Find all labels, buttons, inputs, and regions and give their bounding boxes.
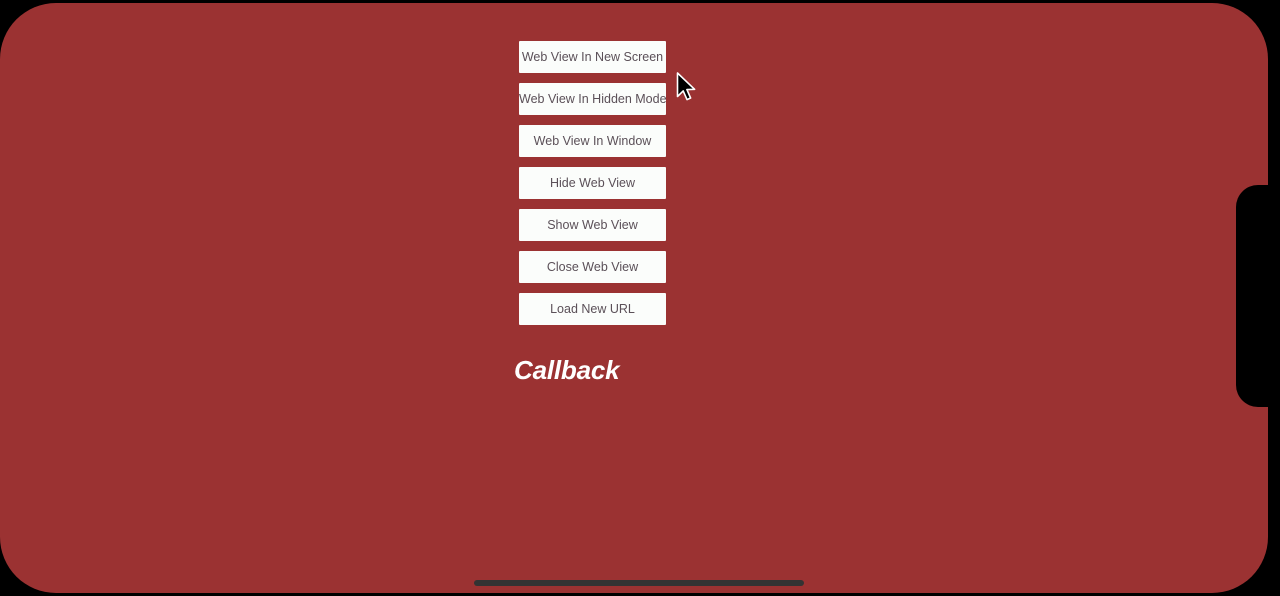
screenshot-root: Web View In New Screen Web View In Hidde… bbox=[0, 0, 1280, 596]
button-close-web-view[interactable]: Close Web View bbox=[519, 251, 666, 283]
app-screen: Web View In New Screen Web View In Hidde… bbox=[0, 3, 1268, 593]
button-hide-web-view[interactable]: Hide Web View bbox=[519, 167, 666, 199]
action-button-list: Web View In New Screen Web View In Hidde… bbox=[519, 41, 666, 325]
button-web-view-in-hidden-mode[interactable]: Web View In Hidden Mode bbox=[519, 83, 666, 115]
button-show-web-view[interactable]: Show Web View bbox=[519, 209, 666, 241]
device-notch bbox=[1236, 185, 1280, 407]
button-load-new-url[interactable]: Load New URL bbox=[519, 293, 666, 325]
device-frame: Web View In New Screen Web View In Hidde… bbox=[0, 0, 1280, 596]
button-web-view-in-window[interactable]: Web View In Window bbox=[519, 125, 666, 157]
callback-heading: Callback bbox=[514, 355, 620, 385]
button-web-view-in-new-screen[interactable]: Web View In New Screen bbox=[519, 41, 666, 73]
home-indicator-bar[interactable] bbox=[474, 580, 804, 586]
